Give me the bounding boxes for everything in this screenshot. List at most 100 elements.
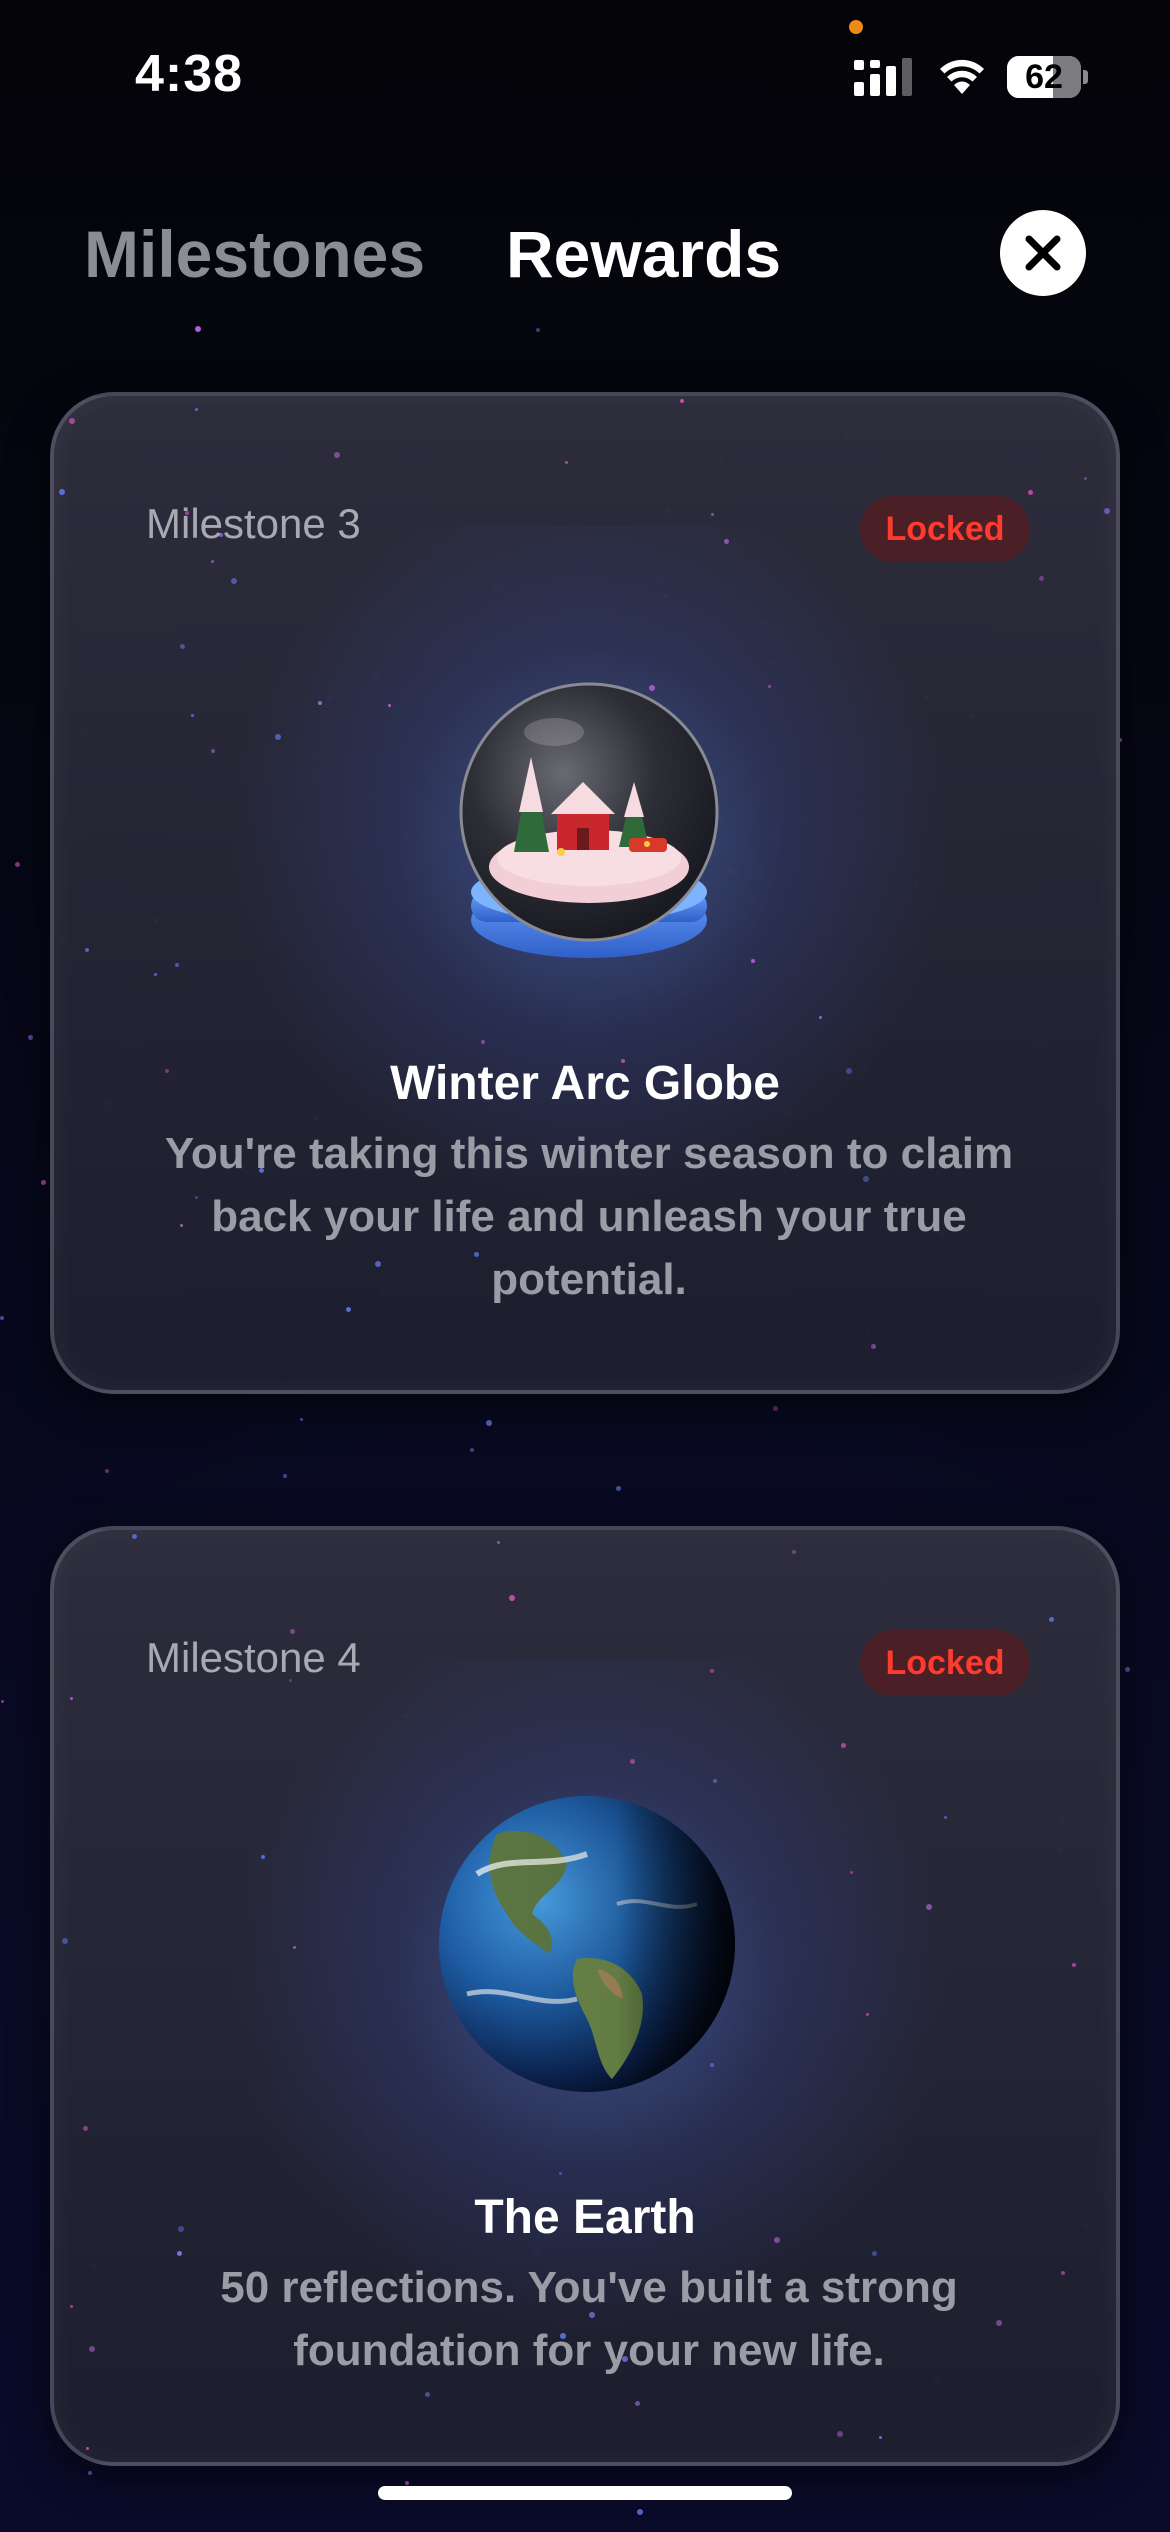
status-time: 4:38	[135, 45, 244, 103]
star-dot	[85, 948, 89, 952]
star-dot	[154, 973, 157, 976]
snow-globe-image	[459, 682, 719, 958]
battery-body: 62	[1007, 56, 1081, 98]
star-dot	[1104, 508, 1110, 514]
star-dot	[28, 1035, 33, 1040]
star-dot	[1028, 490, 1033, 495]
star-dot	[1101, 1545, 1106, 1550]
star-dot	[59, 489, 65, 495]
star-dot	[62, 413, 67, 418]
star-dot	[470, 1448, 474, 1452]
star-dot	[680, 399, 684, 403]
star-dot	[926, 1904, 932, 1910]
star-dot	[195, 408, 198, 411]
wifi-icon	[940, 59, 984, 94]
star-dot	[231, 578, 237, 584]
star-dot	[486, 1420, 492, 1426]
reward-description: 50 reflections. You've built a strong fo…	[220, 2263, 958, 2375]
battery-nub	[1083, 70, 1088, 84]
star-dot	[425, 2392, 430, 2397]
star-dot	[481, 1040, 485, 1044]
rewards-screen: 4:38 62 Milestones Rewards Milestone 3 L…	[0, 0, 1170, 2532]
battery-percentage: 62	[1025, 58, 1063, 96]
star-dot	[637, 2509, 643, 2515]
camera-indicator-dot	[849, 20, 863, 34]
star-dot	[175, 963, 179, 967]
star-dot	[261, 1855, 265, 1859]
star-dot	[1061, 2271, 1065, 2275]
star-dot	[283, 1474, 287, 1478]
battery-indicator: 62	[1007, 56, 1088, 98]
star-dot	[1072, 1963, 1076, 1967]
star-dot	[506, 2462, 512, 2466]
star-dot	[405, 2481, 409, 2485]
star-dot	[559, 2172, 562, 2175]
star-dot	[86, 2447, 89, 2450]
star-dot	[69, 418, 75, 424]
earth-globe-image	[439, 1796, 735, 2092]
star-dot	[41, 1180, 46, 1185]
star-dot	[616, 1486, 621, 1491]
reward-description: You're taking this winter season to clai…	[164, 1129, 1014, 1304]
tab-milestones[interactable]: Milestones	[84, 216, 425, 292]
star-dot	[630, 1759, 635, 1764]
star-dot	[300, 1418, 303, 1421]
star-dot	[773, 1406, 778, 1411]
star-dot	[871, 1344, 876, 1349]
star-dot	[837, 2431, 843, 2437]
star-dot	[83, 2126, 88, 2131]
close-button[interactable]	[1000, 210, 1086, 296]
star-dot	[211, 560, 214, 563]
home-indicator[interactable]	[378, 2486, 792, 2500]
star-dot	[195, 326, 201, 332]
star-dot	[792, 1550, 796, 1554]
star-dot	[180, 644, 185, 649]
star-dot	[751, 959, 755, 963]
milestone-label: Milestone 4	[146, 1634, 361, 1681]
star-dot	[850, 1871, 853, 1874]
star-dot	[334, 452, 340, 458]
star-dot	[866, 2013, 869, 2016]
star-dot	[1049, 1617, 1054, 1622]
reward-title: The Earth	[474, 2191, 696, 2244]
star-dot	[944, 1816, 947, 1819]
star-dot	[509, 1595, 515, 1601]
star-dot	[89, 2346, 95, 2352]
star-dot	[70, 1697, 73, 1700]
star-dot	[318, 701, 322, 705]
milestone-label: Milestone 3	[146, 500, 361, 547]
star-dot	[819, 1016, 822, 1019]
star-dot	[1084, 477, 1087, 480]
star-dot	[88, 2471, 92, 2475]
status-bar: 4:38 62	[0, 0, 1170, 150]
star-dot	[710, 1669, 714, 1673]
locked-badge: Locked	[860, 496, 1030, 562]
cellular-signal-icon	[854, 58, 912, 96]
star-dot	[62, 1938, 68, 1944]
star-dot	[70, 2305, 73, 2308]
star-dot	[1125, 1667, 1130, 1672]
star-dot	[293, 1946, 296, 1949]
star-dot	[1039, 576, 1044, 581]
star-dot	[565, 461, 568, 464]
reward-card[interactable]: Milestone 4 Locked The Earth 50 reflecti…	[50, 1526, 1120, 2466]
star-dot	[132, 1534, 137, 1539]
star-dot	[275, 734, 281, 740]
star-dot	[713, 1779, 717, 1783]
star-dot	[879, 2436, 882, 2439]
star-dot	[1, 1700, 4, 1703]
star-dot	[0, 1316, 4, 1320]
star-dot	[15, 862, 20, 867]
star-dot	[711, 513, 714, 516]
star-dot	[191, 714, 194, 717]
reward-card[interactable]: Milestone 3 Locked Winter Arc Globe You'…	[50, 392, 1120, 1394]
star-dot	[536, 328, 540, 332]
star-dot	[635, 2401, 640, 2406]
star-dot	[768, 685, 771, 688]
reward-title: Winter Arc Globe	[390, 1057, 780, 1110]
star-dot	[105, 1469, 109, 1473]
star-dot	[841, 1743, 846, 1748]
tab-rewards[interactable]: Rewards	[506, 216, 781, 292]
star-dot	[497, 1541, 500, 1544]
star-dot	[388, 704, 391, 707]
